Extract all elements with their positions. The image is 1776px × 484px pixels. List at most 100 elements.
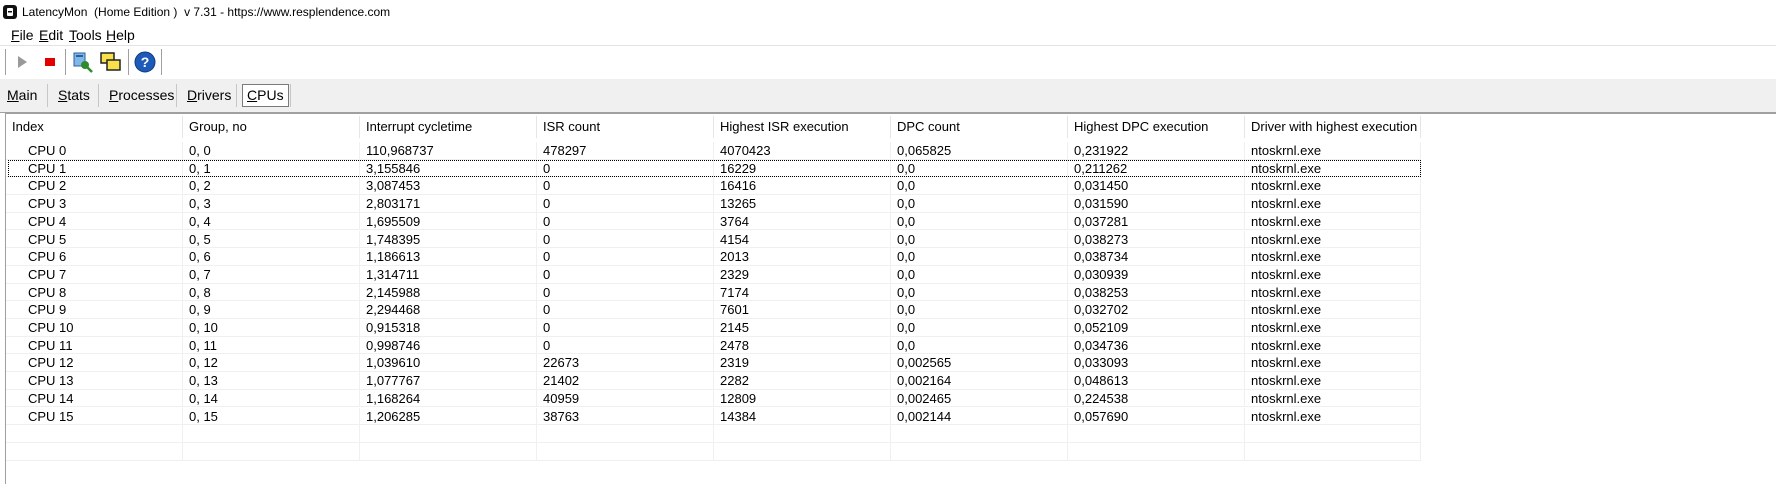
cpu-index-cell: CPU 10: [6, 319, 183, 337]
tab-separator: [290, 84, 291, 107]
highest-isr-execution-cell: 16416: [714, 177, 891, 196]
isr-count-cell: 0: [537, 177, 714, 196]
tab-separator: [176, 84, 177, 107]
isr-count-cell: 0: [537, 319, 714, 337]
group-cell: 0, 6: [183, 248, 360, 266]
column-header-driver[interactable]: Driver with highest execution: [1245, 116, 1421, 138]
tab-stats[interactable]: Stats: [54, 85, 94, 106]
highest-dpc-execution-cell: 0,034736: [1068, 336, 1245, 355]
empty-cell: [1068, 442, 1245, 461]
help-button[interactable]: ?: [133, 50, 157, 74]
empty-cell: [891, 425, 1068, 443]
highest-dpc-execution-cell: 0,030939: [1068, 265, 1245, 284]
highest-isr-execution-cell: 2145: [714, 319, 891, 337]
interrupt-cycletime-cell: 1,206285: [360, 407, 537, 426]
driver-cell: ntoskrnl.exe: [1245, 177, 1421, 196]
highest-dpc-execution-cell: 0,031450: [1068, 177, 1245, 196]
tab-drivers[interactable]: Drivers: [183, 85, 235, 106]
driver-cell: ntoskrnl.exe: [1245, 372, 1421, 390]
group-cell: 0, 3: [183, 195, 360, 213]
cpu-index-cell: CPU 5: [6, 230, 183, 249]
highest-isr-execution-cell: 2319: [714, 354, 891, 373]
dpc-count-cell: 0,0: [891, 230, 1068, 249]
group-cell: 0, 2: [183, 177, 360, 196]
highest-isr-execution-cell: 3764: [714, 212, 891, 231]
driver-cell: ntoskrnl.exe: [1245, 336, 1421, 355]
highest-dpc-execution-cell: 0,038253: [1068, 283, 1245, 302]
column-header-index[interactable]: Index: [6, 116, 183, 138]
empty-cell: [537, 442, 714, 461]
cpu-table[interactable]: Index Group, no Interrupt cycletime ISR …: [5, 113, 1776, 484]
driver-cell: ntoskrnl.exe: [1245, 407, 1421, 426]
group-cell: 0, 11: [183, 336, 360, 355]
highest-dpc-execution-cell: 0,224538: [1068, 389, 1245, 408]
menu-file[interactable]: File: [11, 27, 34, 43]
group-cell: 0, 7: [183, 265, 360, 284]
empty-cell: [360, 442, 537, 461]
tab-separator: [236, 84, 237, 107]
interrupt-cycletime-cell: 1,748395: [360, 230, 537, 249]
cpu-index-cell: CPU 0: [6, 142, 183, 160]
column-header-highest-isr-execution[interactable]: Highest ISR execution: [714, 116, 891, 138]
help-icon: ?: [134, 51, 156, 73]
highest-dpc-execution-cell: 0,048613: [1068, 372, 1245, 390]
highest-isr-execution-cell: 2013: [714, 248, 891, 266]
dpc-count-cell: 0,0: [891, 283, 1068, 302]
column-header-group[interactable]: Group, no: [183, 116, 360, 138]
group-cell: 0, 10: [183, 319, 360, 337]
tab-bar: Main Stats Processes Drivers CPUs: [0, 79, 1776, 113]
latencymon-app-icon: [3, 5, 17, 19]
cpu-index-cell: CPU 15: [6, 407, 183, 426]
isr-count-cell: 0: [537, 283, 714, 302]
isr-count-cell: 38763: [537, 407, 714, 426]
menu-bar: File Edit Tools Help: [0, 24, 1776, 45]
interrupt-cycletime-cell: 1,077767: [360, 372, 537, 390]
group-cell: 0, 8: [183, 283, 360, 302]
windows-button[interactable]: [99, 50, 123, 74]
menu-tools[interactable]: Tools: [69, 27, 102, 43]
interrupt-cycletime-cell: 2,294468: [360, 301, 537, 319]
menu-edit[interactable]: Edit: [39, 27, 63, 43]
cpu-index-cell: CPU 3: [6, 195, 183, 213]
isr-count-cell: 0: [537, 159, 714, 178]
isr-count-cell: 0: [537, 301, 714, 319]
dpc-count-cell: 0,0: [891, 159, 1068, 178]
empty-cell: [1245, 425, 1421, 443]
stop-monitoring-button[interactable]: [38, 50, 62, 74]
highest-dpc-execution-cell: 0,032702: [1068, 301, 1245, 319]
driver-cell: ntoskrnl.exe: [1245, 195, 1421, 213]
highest-isr-execution-cell: 2329: [714, 265, 891, 284]
column-header-isr-count[interactable]: ISR count: [537, 116, 714, 138]
dpc-count-cell: 0,0: [891, 319, 1068, 337]
driver-cell: ntoskrnl.exe: [1245, 389, 1421, 408]
stop-icon: [45, 58, 55, 66]
cpu-index-cell: CPU 7: [6, 265, 183, 284]
highest-isr-execution-cell: 7174: [714, 283, 891, 302]
column-header-dpc-count[interactable]: DPC count: [891, 116, 1068, 138]
dpc-count-cell: 0,002144: [891, 407, 1068, 426]
start-monitoring-button[interactable]: [10, 50, 34, 74]
window-title: LatencyMon (Home Edition ) v 7.31 - http…: [22, 5, 391, 19]
highest-isr-execution-cell: 4154: [714, 230, 891, 249]
empty-cell: [1245, 442, 1421, 461]
drivers-button[interactable]: [70, 50, 94, 74]
group-cell: 0, 9: [183, 301, 360, 319]
isr-count-cell: 0: [537, 336, 714, 355]
column-header-highest-dpc-execution[interactable]: Highest DPC execution: [1068, 116, 1245, 138]
highest-isr-execution-cell: 16229: [714, 159, 891, 178]
isr-count-cell: 21402: [537, 372, 714, 390]
highest-dpc-execution-cell: 0,031590: [1068, 195, 1245, 213]
driver-cell: ntoskrnl.exe: [1245, 230, 1421, 249]
highest-isr-execution-cell: 2478: [714, 336, 891, 355]
cpu-index-cell: CPU 13: [6, 372, 183, 390]
tab-processes[interactable]: Processes: [105, 85, 178, 106]
tab-main[interactable]: Main: [3, 85, 41, 106]
highest-dpc-execution-cell: 0,038273: [1068, 230, 1245, 249]
interrupt-cycletime-cell: 2,145988: [360, 283, 537, 302]
interrupt-cycletime-cell: 110,968737: [360, 142, 537, 160]
menu-help[interactable]: Help: [106, 27, 135, 43]
tab-cpus[interactable]: CPUs: [242, 84, 289, 107]
interrupt-cycletime-cell: 1,168264: [360, 389, 537, 408]
column-header-interrupt-cycletime[interactable]: Interrupt cycletime: [360, 116, 537, 138]
dpc-count-cell: 0,0: [891, 212, 1068, 231]
